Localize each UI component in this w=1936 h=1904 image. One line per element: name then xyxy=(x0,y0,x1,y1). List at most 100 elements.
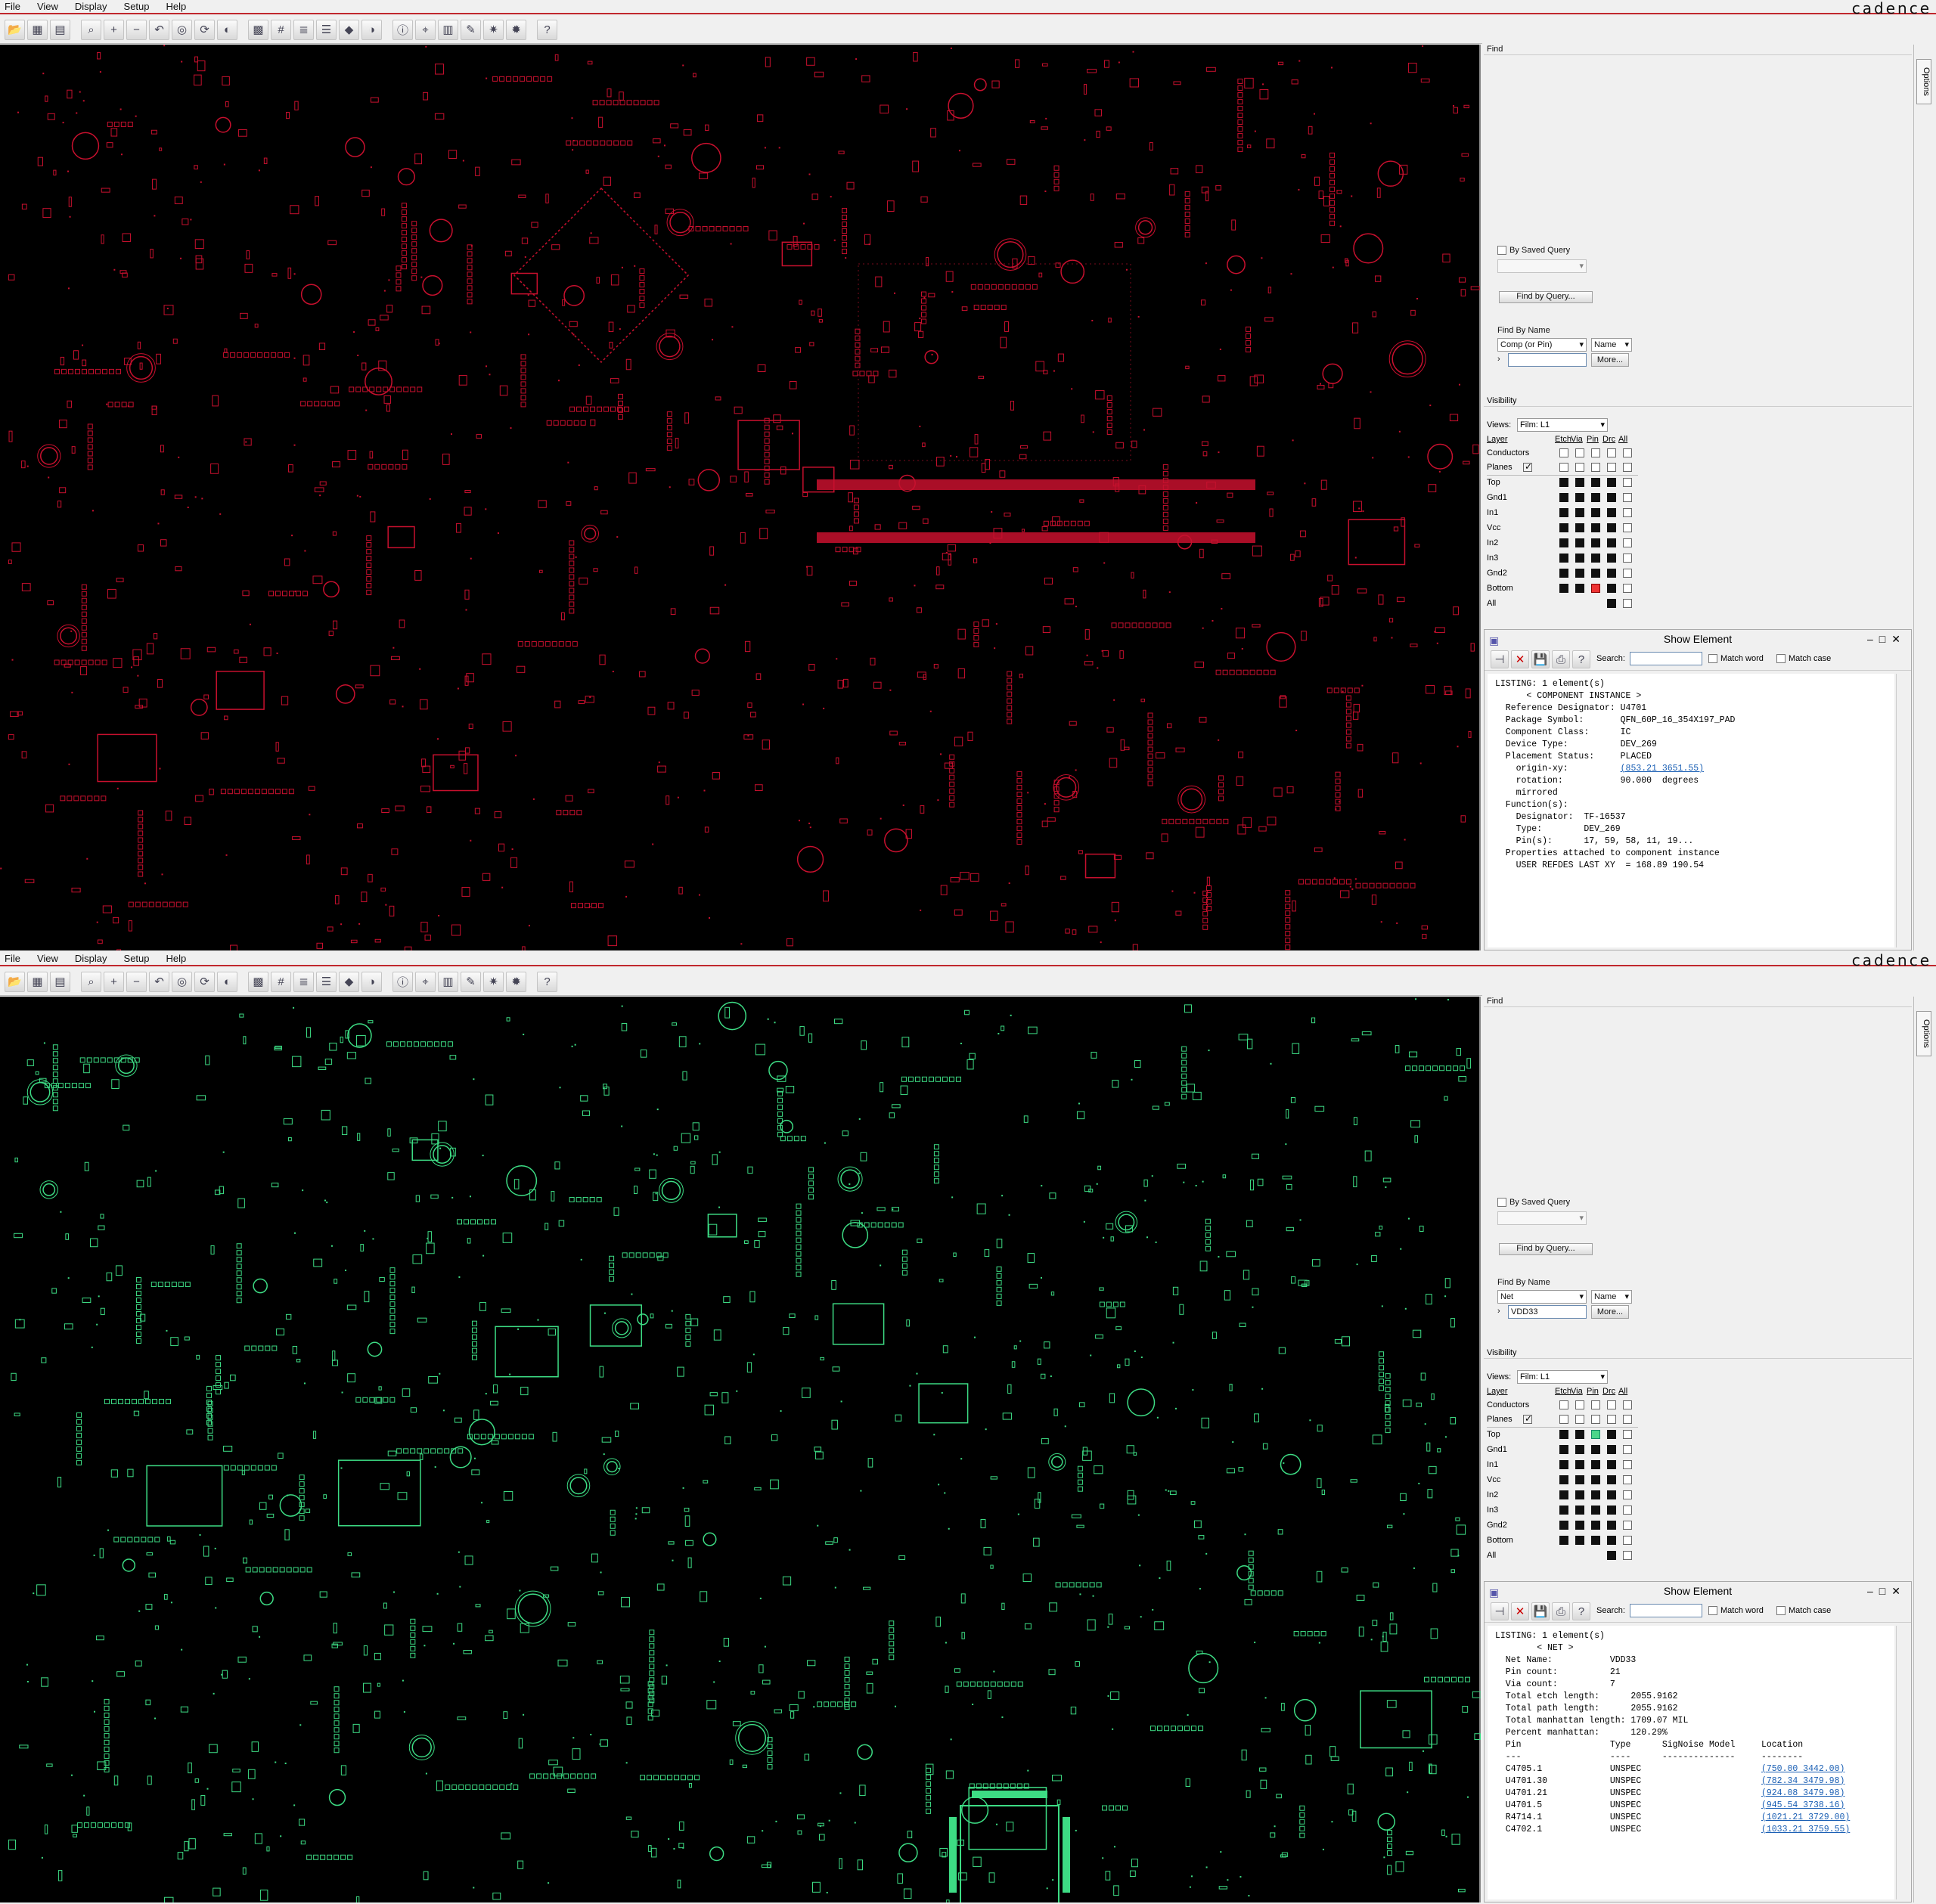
menu-setup[interactable]: Setup xyxy=(124,953,150,964)
options-tab[interactable]: Options xyxy=(1916,59,1931,104)
conductors-checkbox[interactable] xyxy=(1591,448,1600,457)
planes-checkbox[interactable] xyxy=(1591,463,1600,472)
planes-main-checkbox[interactable] xyxy=(1523,463,1532,472)
location-link[interactable]: (782.34 3479.98) xyxy=(1761,1776,1844,1786)
layer-checkbox[interactable] xyxy=(1607,508,1616,517)
pcb-board[interactable] xyxy=(0,45,1481,950)
conductors-checkbox[interactable] xyxy=(1607,1400,1616,1409)
pick-icon[interactable]: ✎ xyxy=(461,19,481,40)
layer-checkbox[interactable] xyxy=(1575,538,1584,547)
layer-checkbox[interactable] xyxy=(1575,478,1584,487)
color-icon[interactable]: ▩ xyxy=(248,19,268,40)
save-icon[interactable]: 💾 xyxy=(1531,1602,1550,1620)
layer-checkbox[interactable] xyxy=(1607,1460,1616,1469)
layer-checkbox[interactable] xyxy=(1607,493,1616,502)
layer-checkbox[interactable] xyxy=(1607,1475,1616,1484)
layer-checkbox[interactable] xyxy=(1559,569,1568,578)
checkbox[interactable] xyxy=(1497,246,1506,255)
redraw-icon[interactable]: ◐ xyxy=(217,19,237,40)
layer-checkbox[interactable] xyxy=(1559,1536,1568,1545)
window-controls-icon[interactable]: –□✕ xyxy=(1867,1582,1907,1600)
scrollbar[interactable] xyxy=(1896,674,1910,947)
checkbox[interactable] xyxy=(1708,1606,1717,1615)
col-all[interactable]: All xyxy=(1618,433,1627,445)
planes-checkbox[interactable] xyxy=(1559,1415,1568,1424)
layer-checkbox[interactable] xyxy=(1559,1445,1568,1454)
layer-checkbox[interactable] xyxy=(1623,478,1632,487)
layer-checkbox[interactable] xyxy=(1623,508,1632,517)
menu-file[interactable]: File xyxy=(5,1,20,12)
zoom-fit-icon[interactable]: ⌕ xyxy=(81,971,101,992)
grid-icon[interactable]: ▤ xyxy=(50,971,70,992)
layer-checkbox[interactable] xyxy=(1607,1536,1616,1545)
conductors-checkbox[interactable] xyxy=(1623,448,1632,457)
views-select[interactable]: Film: L1 xyxy=(1517,418,1608,432)
pcb-board[interactable] xyxy=(0,997,1481,1902)
layer-checkbox[interactable] xyxy=(1591,1445,1600,1454)
layer-checkbox[interactable] xyxy=(1623,1490,1632,1499)
layer-checkbox[interactable] xyxy=(1607,554,1616,563)
col-pin[interactable]: Pin xyxy=(1587,1385,1599,1397)
layer-checkbox[interactable] xyxy=(1591,508,1600,517)
layers-icon[interactable]: ≣ xyxy=(293,971,314,992)
open-icon[interactable]: 📂 xyxy=(5,19,25,40)
layout-icon[interactable]: ▦ xyxy=(27,19,48,40)
dehighlight-icon[interactable]: ✹ xyxy=(506,971,526,992)
checkbox[interactable] xyxy=(1776,654,1786,663)
menu-setup[interactable]: Setup xyxy=(124,1,150,12)
find-name-input[interactable]: VDD33 xyxy=(1508,1305,1587,1319)
col-drc[interactable]: Drc xyxy=(1602,1385,1615,1397)
color-icon[interactable]: ▩ xyxy=(248,971,268,992)
pcb-canvas[interactable] xyxy=(0,45,1481,950)
close-icon[interactable]: ✕ xyxy=(1511,1602,1529,1620)
layer-checkbox[interactable] xyxy=(1591,584,1600,593)
find-type-select[interactable]: Net xyxy=(1497,1290,1587,1304)
planes-checkbox[interactable] xyxy=(1575,1415,1584,1424)
layer-checkbox[interactable] xyxy=(1575,569,1584,578)
layer-checkbox[interactable] xyxy=(1623,1475,1632,1484)
location-link[interactable]: (853.21 3651.55) xyxy=(1621,764,1704,774)
options-tab[interactable]: Options xyxy=(1916,1011,1931,1056)
search-input[interactable] xyxy=(1630,652,1702,665)
menu-file[interactable]: File xyxy=(5,953,20,964)
planes-checkbox[interactable] xyxy=(1623,1415,1632,1424)
zoom-prev-icon[interactable]: ↶ xyxy=(149,19,169,40)
layer-checkbox[interactable] xyxy=(1559,1460,1568,1469)
expand-arrow-icon[interactable]: › xyxy=(1497,1307,1500,1316)
col-via[interactable]: Via xyxy=(1571,433,1583,445)
zoom-fit-icon[interactable]: ⌕ xyxy=(81,19,101,40)
location-link[interactable]: (750.00 3442.00) xyxy=(1761,1764,1844,1774)
layer-checkbox[interactable] xyxy=(1591,1521,1600,1530)
pin-icon[interactable]: ⊣ xyxy=(1491,650,1509,668)
layer-checkbox[interactable] xyxy=(1623,1521,1632,1530)
layer-checkbox[interactable] xyxy=(1591,523,1600,532)
match-case-checkbox[interactable]: Match case xyxy=(1776,654,1831,663)
menu-help[interactable]: Help xyxy=(166,1,187,12)
col-pin[interactable]: Pin xyxy=(1587,433,1599,445)
stack-icon[interactable]: ☰ xyxy=(316,971,337,992)
layer-checkbox[interactable] xyxy=(1591,1460,1600,1469)
layer-checkbox[interactable] xyxy=(1559,493,1568,502)
menu-view[interactable]: View xyxy=(37,953,58,964)
print-icon[interactable]: ⎙ xyxy=(1552,650,1570,668)
location-link[interactable]: (924.08 3479.98) xyxy=(1761,1788,1844,1798)
zoom-prev-icon[interactable]: ↶ xyxy=(149,971,169,992)
layer-checkbox[interactable] xyxy=(1623,1445,1632,1454)
find-by-query-button[interactable]: Find by Query... xyxy=(1499,1243,1593,1255)
zoom-in-icon[interactable]: + xyxy=(104,971,124,992)
help-icon[interactable]: ? xyxy=(537,971,557,992)
conductors-checkbox[interactable] xyxy=(1591,1400,1600,1409)
layer-checkbox[interactable] xyxy=(1607,569,1616,578)
checkbox[interactable] xyxy=(1776,1606,1786,1615)
layer-checkbox[interactable] xyxy=(1591,478,1600,487)
window-controls-icon[interactable]: –□✕ xyxy=(1867,630,1907,648)
layer-checkbox[interactable] xyxy=(1559,1475,1568,1484)
close-icon[interactable]: ✕ xyxy=(1511,650,1529,668)
saved-query-select[interactable] xyxy=(1497,1211,1587,1225)
conductors-checkbox[interactable] xyxy=(1623,1400,1632,1409)
match-case-checkbox[interactable]: Match case xyxy=(1776,1606,1831,1615)
layer-checkbox[interactable] xyxy=(1623,569,1632,578)
layer-checkbox[interactable] xyxy=(1591,1430,1600,1439)
layer-checkbox[interactable] xyxy=(1559,538,1568,547)
layer-checkbox[interactable] xyxy=(1607,584,1616,593)
